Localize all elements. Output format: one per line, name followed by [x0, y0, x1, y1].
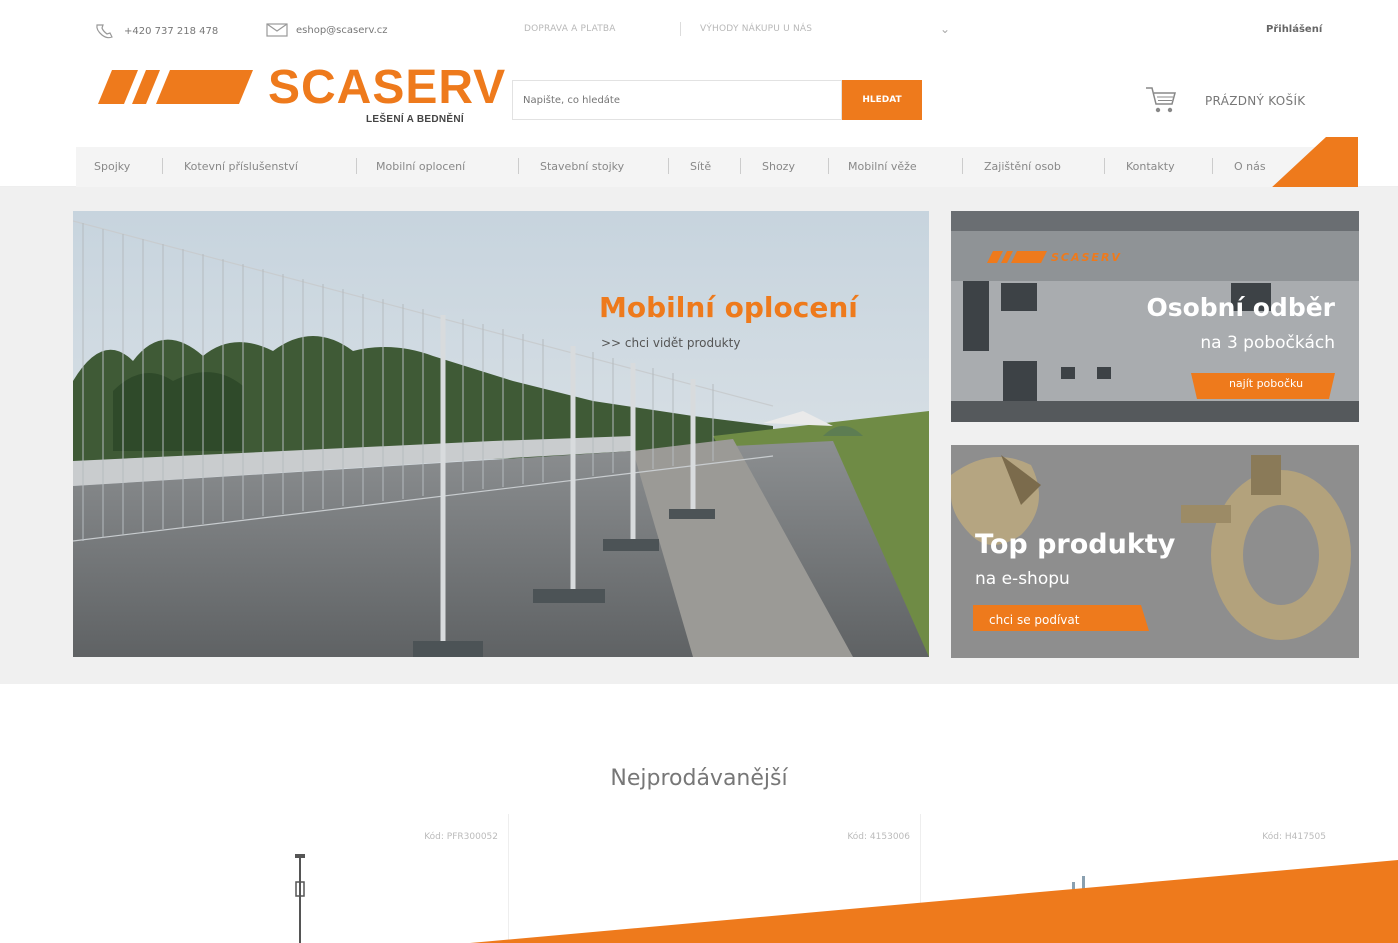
bestsellers-title: Nejprodávanější	[610, 766, 788, 791]
pickup-title: Osobní odběr	[1146, 293, 1335, 322]
search-input[interactable]	[512, 80, 842, 120]
main-banner[interactable]: Mobilní oplocení >> chci vidět produkty	[73, 211, 929, 657]
logo-stripes-icon[interactable]	[98, 70, 253, 104]
find-branch-button[interactable]: najít pobočku	[1197, 369, 1335, 399]
topbar-divider	[680, 22, 681, 36]
nav-item-mobilni-oploceni[interactable]: Mobilní oplocení	[376, 160, 465, 173]
cart-label[interactable]: PRÁZDNÝ KOŠÍK	[1205, 94, 1305, 108]
nav-divider	[162, 158, 163, 174]
banner-title: Mobilní oplocení	[599, 291, 858, 324]
product-card[interactable]: Kód: PFR300052	[210, 812, 508, 943]
nav-item-stavebni-stojky[interactable]: Stavební stojky	[540, 160, 624, 173]
top-bar: +420 737 218 478 eshop@scaserv.cz DOPRAV…	[0, 0, 1398, 42]
pickup-banner[interactable]: SCASERV Osobní odběr na 3 pobočkách nají…	[951, 211, 1359, 422]
product-code: Kód: H417505	[1262, 832, 1326, 842]
login-link[interactable]: Přihlášení	[1266, 24, 1322, 35]
link-shipping-payment[interactable]: DOPRAVA A PLATBA	[524, 24, 616, 34]
phone-contact[interactable]: +420 737 218 478	[94, 22, 218, 40]
nav-item-o-nas[interactable]: O nás	[1234, 160, 1266, 173]
nav-item-shozy[interactable]: Shozy	[762, 160, 795, 173]
nav-divider	[962, 158, 963, 174]
nav-divider	[740, 158, 741, 174]
nav-item-zajisteni-osob[interactable]: Zajištění osob	[984, 160, 1061, 173]
top-products-banner[interactable]: Top produkty na e-shopu chci se podívat	[951, 445, 1359, 658]
nav-divider	[356, 158, 357, 174]
nav-item-kontakty[interactable]: Kontakty	[1126, 160, 1175, 173]
envelope-icon	[266, 23, 288, 37]
fence-photo	[73, 211, 929, 657]
nav-divider	[1212, 158, 1213, 174]
top-products-title: Top produkty	[975, 529, 1176, 560]
hero-area: Mobilní oplocení >> chci vidět produkty …	[0, 187, 1398, 684]
product-image	[1072, 876, 1085, 932]
see-products-button[interactable]: chci se podívat	[975, 605, 1143, 635]
product-code: Kód: 4153006	[847, 832, 910, 842]
phone-number: +420 737 218 478	[124, 25, 219, 37]
cart-icon[interactable]	[1144, 84, 1178, 116]
nav-item-kotevni[interactable]: Kotevní příslušenství	[184, 160, 298, 173]
nav-divider	[828, 158, 829, 174]
nav-divider	[518, 158, 519, 174]
main-nav: Spojky Kotevní příslušenství Mobilní opl…	[0, 137, 1398, 189]
email-contact[interactable]: eshop@scaserv.cz	[266, 22, 388, 38]
link-benefits[interactable]: VÝHODY NÁKUPU U NÁS	[700, 24, 812, 34]
card-divider	[920, 814, 921, 943]
logo-tagline: LEŠENÍ A BEDNĚNÍ	[366, 114, 464, 125]
top-products-subtitle: na e-shopu	[975, 569, 1070, 589]
nav-item-spojky[interactable]: Spojky	[94, 160, 130, 173]
banner-link[interactable]: >> chci vidět produkty	[601, 336, 740, 350]
product-card[interactable]: Kód: H417505	[932, 812, 1336, 943]
product-image	[295, 854, 305, 943]
nav-divider	[1104, 158, 1105, 174]
phone-icon	[96, 24, 113, 39]
product-card[interactable]: Kód: 4153006	[520, 812, 920, 943]
product-image	[582, 934, 678, 943]
logo-name[interactable]: SCASERV	[268, 64, 506, 112]
email-address: eshop@scaserv.cz	[296, 24, 388, 36]
header: SCASERV LEŠENÍ A BEDNĚNÍ HLEDAT PRÁZDNÝ …	[0, 42, 1398, 137]
nav-item-site[interactable]: Sítě	[690, 160, 711, 173]
bestsellers-section: Nejprodávanější Kód: PFR300052 Kód: 4153…	[0, 684, 1398, 943]
card-divider	[508, 814, 509, 943]
chevron-down-icon[interactable]: ⌄	[940, 22, 950, 36]
pickup-subtitle: na 3 pobočkách	[1200, 333, 1335, 353]
sign-text: SCASERV	[1051, 251, 1122, 264]
nav-item-mobilni-veze[interactable]: Mobilní věže	[848, 160, 917, 173]
product-code: Kód: PFR300052	[424, 832, 498, 842]
nav-divider	[668, 158, 669, 174]
search-button[interactable]: HLEDAT	[842, 80, 922, 120]
nav-orange-corner	[1270, 137, 1358, 189]
